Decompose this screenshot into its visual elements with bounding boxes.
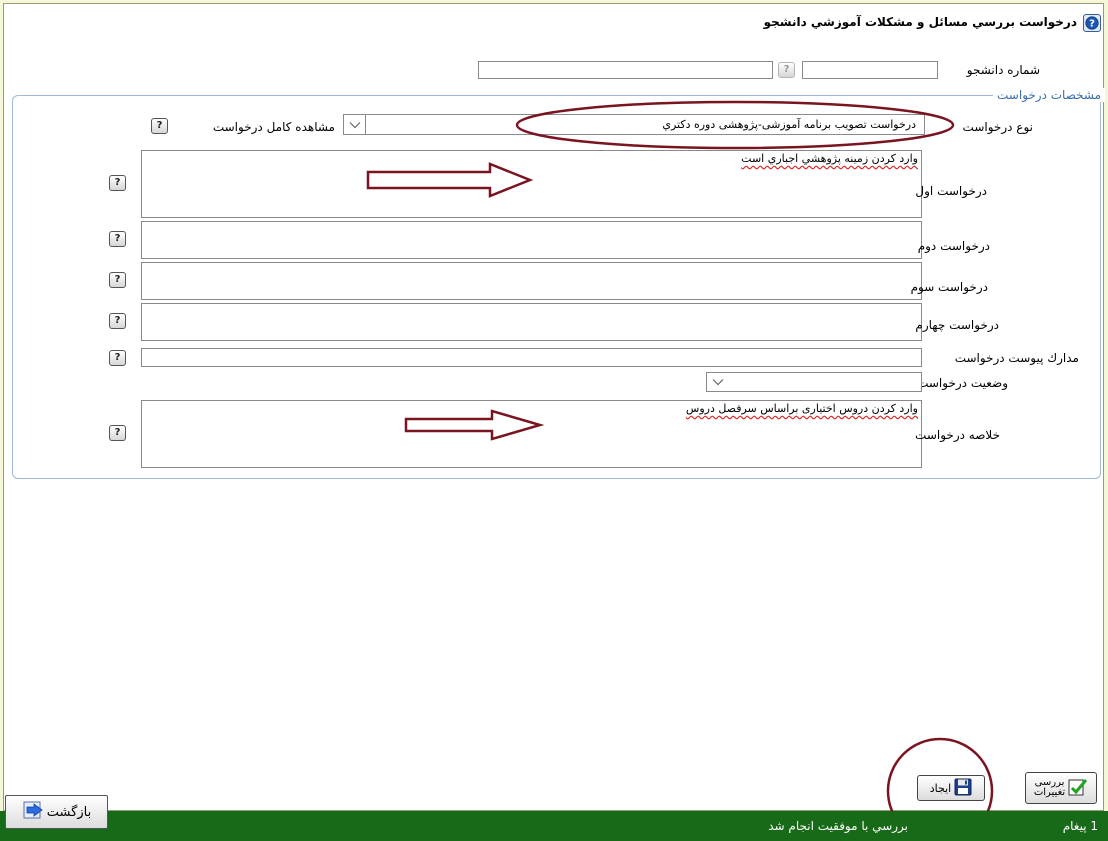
annotation-overlay <box>366 100 994 841</box>
message-count[interactable]: 1 پیغام <box>1063 819 1098 833</box>
review-changes-label-2: تغییرات <box>1033 787 1066 798</box>
annotation-ellipse-request-type <box>515 100 955 150</box>
review-changes-button[interactable]: بررسی تغییرات <box>1025 772 1097 804</box>
checkmark-icon <box>1068 777 1088 800</box>
annotation-arrow-summary <box>404 409 545 441</box>
back-button[interactable]: بازگشت <box>5 795 108 829</box>
create-button-label: ایجاد <box>929 781 952 795</box>
save-disk-icon <box>954 778 972 799</box>
create-button[interactable]: ایجاد <box>917 775 985 801</box>
status-message: بررسي با موفقيت انجام شد <box>768 819 908 833</box>
status-bar: بررسي با موفقيت انجام شد 1 پیغام <box>0 811 1108 841</box>
back-button-label: بازگشت <box>46 804 92 820</box>
back-arrow-icon <box>22 800 44 824</box>
annotation-arrow-first-request <box>366 162 534 198</box>
